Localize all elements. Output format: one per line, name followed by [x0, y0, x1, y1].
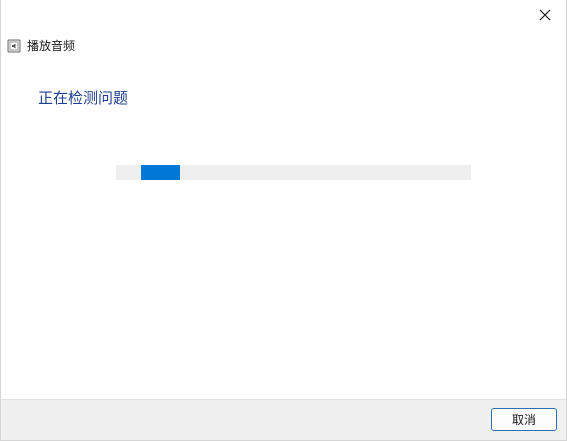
troubleshooter-window: 播放音频 正在检测问题 取消 — [0, 0, 567, 441]
cancel-button[interactable]: 取消 — [491, 408, 557, 431]
close-icon — [539, 9, 551, 21]
footer-bar: 取消 — [1, 399, 566, 440]
page-heading: 正在检测问题 — [38, 89, 129, 107]
speaker-document-icon — [7, 39, 21, 53]
progress-marquee-chunk — [141, 165, 180, 180]
app-header: 播放音频 — [7, 37, 75, 55]
app-title: 播放音频 — [27, 39, 76, 53]
progress-bar — [116, 165, 471, 180]
close-button[interactable] — [530, 2, 560, 28]
